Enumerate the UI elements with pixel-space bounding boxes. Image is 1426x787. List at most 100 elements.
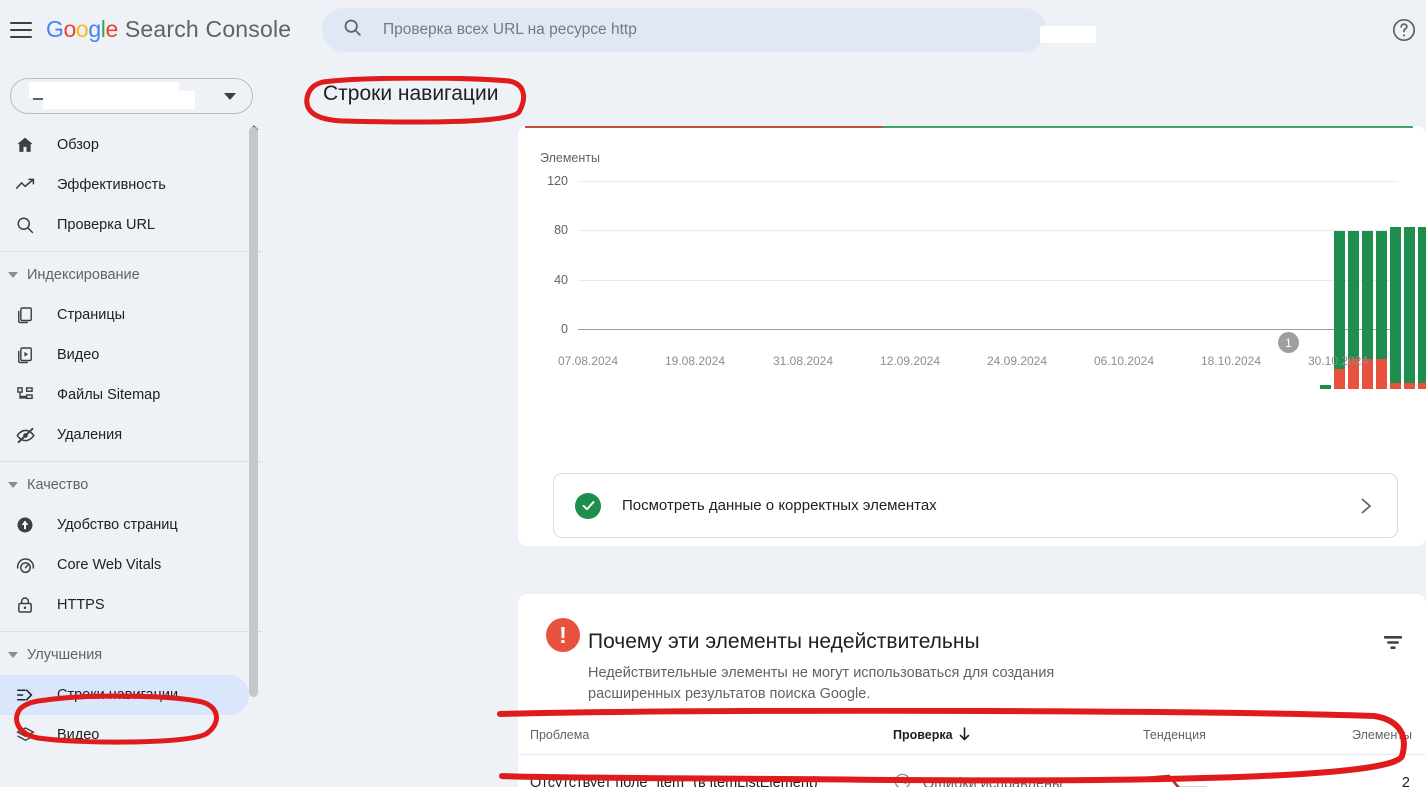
issues-table: Проблема Проверка Тенденция Элементы Отс… [518, 727, 1426, 787]
items-over-time-chart: Элементы 120 80 40 0 1 07.08.2024 19.08.… [518, 129, 1426, 419]
sidebar-item-video-indexing[interactable]: Видео [0, 335, 249, 375]
chart-annotation-marker[interactable]: 1 [1278, 332, 1299, 353]
sidebar-group-indexing[interactable]: Индексирование [0, 255, 263, 295]
y-tick-0: 0 [561, 322, 568, 336]
sidebar-item-https[interactable]: HTTPS [0, 585, 249, 625]
bar-segment-valid [1348, 231, 1359, 359]
sort-arrow-down-icon [958, 727, 971, 744]
x-tick-label: 31.08.2024 [772, 354, 834, 368]
y-tick-80: 80 [554, 223, 568, 237]
issues-table-header: Проблема Проверка Тенденция Элементы [518, 727, 1426, 754]
bar-segment-invalid [1390, 383, 1401, 389]
sidebar-item-breadcrumbs[interactable]: Строки навигации [0, 675, 249, 715]
sidebar-item-label: Видео [57, 727, 100, 743]
sidebar-nav-list: Обзор Эффективность Проверка URL Индекси… [0, 125, 263, 755]
home-icon [13, 133, 37, 157]
x-tick-label: 19.08.2024 [664, 354, 726, 368]
sidebar-group-quality[interactable]: Качество [0, 465, 263, 505]
chevron-right-icon[interactable] [1359, 496, 1373, 521]
sidebar-item-label: Проверка URL [57, 217, 155, 233]
sidebar-item-core-web-vitals[interactable]: Core Web Vitals [0, 545, 249, 585]
sidebar-scrollbar[interactable] [249, 127, 258, 697]
bar-segment-valid [1334, 231, 1345, 369]
bar-segment-valid [1362, 231, 1373, 359]
sidebar-item-label: Core Web Vitals [57, 557, 162, 573]
column-header-trend[interactable]: Тенденция [1143, 728, 1206, 742]
redaction-block [43, 91, 195, 109]
x-tick-label: 07.08.2024 [557, 354, 619, 368]
speedometer-icon [13, 553, 37, 577]
x-tick-label: 30.10.2024 [1307, 354, 1369, 368]
tab-underline-invalid [525, 126, 883, 128]
pages-icon [13, 303, 37, 327]
main-content: Строки навигации Элементы 120 80 40 0 1 … [263, 59, 1426, 787]
search-icon [342, 17, 363, 43]
chart-bar [1320, 385, 1331, 389]
bar-segment-invalid [1404, 383, 1415, 389]
issues-title: Почему эти элементы недействительны [588, 630, 980, 653]
page-title: Строки навигации [323, 82, 499, 105]
video-icon [13, 343, 37, 367]
sidebar-item-label: Удаления [57, 427, 123, 443]
filter-icon[interactable] [1382, 634, 1404, 657]
issues-subtitle: Недействительные элементы не могут испол… [588, 665, 1055, 703]
bar-segment-valid [1376, 231, 1387, 359]
sidebar-group-enhancements[interactable]: Улучшения [0, 635, 263, 675]
redaction-dash [33, 98, 43, 100]
sidebar: ▪▪▪▪▪▪▪▪▪ Обзор Эффективно [0, 59, 263, 787]
sidebar-item-label: Файлы Sitemap [57, 387, 161, 403]
chart-card: Элементы 120 80 40 0 1 07.08.2024 19.08.… [518, 126, 1426, 546]
bar-segment-valid [1418, 227, 1426, 383]
cell-validation-status: Ошибки исправлены [893, 772, 1062, 787]
column-header-problem[interactable]: Проблема [530, 728, 589, 742]
x-tick-label: 24.09.2024 [986, 354, 1048, 368]
chart-bars [578, 129, 1426, 389]
hamburger-icon[interactable] [10, 21, 32, 38]
sidebar-item-pages[interactable]: Страницы [0, 295, 249, 335]
sidebar-item-label: Видео [57, 347, 100, 363]
lock-icon [13, 593, 37, 617]
cell-validation-label: Ошибки исправлены [923, 775, 1063, 787]
cell-problem: Отсутствует поле "item" (в itemListEleme… [530, 775, 818, 787]
sidebar-group-label: Качество [27, 477, 89, 493]
chart-bar [1404, 227, 1415, 389]
chevron-up-icon[interactable] [249, 119, 259, 131]
sidebar-item-removals[interactable]: Удаления [0, 415, 249, 455]
sidebar-item-performance[interactable]: Эффективность [0, 165, 249, 205]
sidebar-item-sitemaps[interactable]: Файлы Sitemap [0, 375, 249, 415]
chart-bar [1418, 227, 1426, 389]
eye-off-icon [13, 423, 37, 447]
caret-down-icon [8, 482, 18, 488]
help-circle-icon[interactable] [1388, 14, 1420, 46]
sidebar-item-overview[interactable]: Обзор [0, 125, 249, 165]
caret-down-icon [8, 272, 18, 278]
x-tick-label: 18.10.2024 [1200, 354, 1262, 368]
issues-card: ! Почему эти элементы недействительны Не… [518, 594, 1426, 787]
property-selector[interactable]: ▪▪▪▪▪▪▪▪▪ [10, 78, 253, 114]
sidebar-item-label: Удобство страниц [57, 517, 178, 533]
sidebar-item-label: Обзор [57, 137, 99, 153]
search-input[interactable]: Проверка всех URL на ресурсе http [322, 8, 1096, 52]
valid-items-banner-label: Посмотреть данные о корректных элементах [622, 497, 937, 514]
x-tick-label: 06.10.2024 [1093, 354, 1155, 368]
sidebar-item-label: Строки навигации [57, 687, 179, 703]
page-experience-icon [13, 513, 37, 537]
caret-down-icon [8, 652, 18, 658]
sidebar-item-page-experience[interactable]: Удобство страниц [0, 505, 249, 545]
caret-down-icon[interactable] [224, 93, 236, 100]
column-header-validation[interactable]: Проверка [893, 728, 953, 742]
sidebar-item-video-enhancement[interactable]: Видео [0, 715, 249, 755]
column-header-items[interactable]: Элементы [1352, 728, 1412, 742]
divider [0, 251, 263, 252]
tab-underline-valid [883, 126, 1413, 128]
cell-items-count: 2 [1401, 775, 1410, 787]
bar-segment-valid [1404, 227, 1415, 383]
sidebar-item-label: Эффективность [57, 177, 166, 193]
y-tick-40: 40 [554, 273, 568, 287]
error-exclamation-icon: ! [546, 618, 580, 652]
breadcrumbs-icon [13, 683, 37, 707]
bar-segment-invalid [1418, 383, 1426, 389]
valid-items-banner[interactable]: Посмотреть данные о корректных элементах [553, 473, 1398, 538]
sidebar-item-url-inspection[interactable]: Проверка URL [0, 205, 249, 245]
issues-table-row[interactable]: Отсутствует поле "item" (в itemListEleme… [518, 754, 1426, 787]
